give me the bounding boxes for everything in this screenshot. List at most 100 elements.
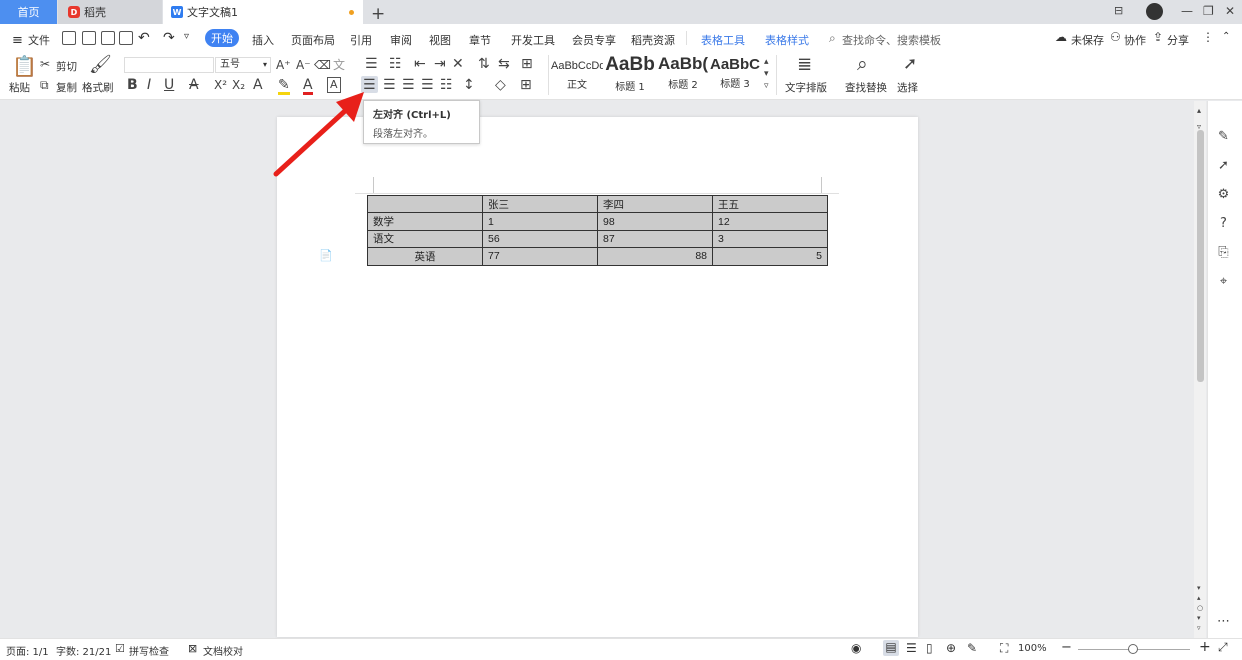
scrollbar-thumb[interactable]	[1197, 130, 1204, 382]
table-cell[interactable]: 王五	[712, 194, 828, 214]
table-cell[interactable]: 李四	[597, 194, 713, 214]
more-horizontal-icon[interactable]: ⋯	[1216, 614, 1231, 629]
help-icon[interactable]: ?	[1216, 216, 1231, 231]
table-cell[interactable]: 12	[712, 212, 828, 231]
spell-check-button[interactable]: 拼写检查	[129, 643, 169, 658]
format-painter-button[interactable]: 格式刷	[82, 80, 114, 95]
find-replace-button[interactable]: 查找替换	[845, 80, 887, 95]
style-normal[interactable]: AaBbCcDd 正文	[551, 54, 603, 94]
italic-icon[interactable]: I	[147, 78, 151, 92]
menu-developer[interactable]: 开发工具	[511, 32, 555, 48]
edit-pen-icon[interactable]: ✎	[1216, 129, 1231, 144]
copy-icon[interactable]: ⧉	[40, 78, 49, 92]
underline-icon[interactable]: U	[164, 78, 174, 92]
style-heading-3[interactable]: AaBbC 标题 3	[709, 54, 761, 94]
menu-references[interactable]: 引用	[350, 32, 372, 48]
avatar[interactable]	[1146, 3, 1163, 20]
justify-icon[interactable]: ☰	[421, 78, 434, 92]
increase-indent-icon[interactable]: ⇥	[434, 57, 446, 71]
menu-page-layout[interactable]: 页面布局	[291, 32, 335, 48]
more-vertical-icon[interactable]: ⋮	[1202, 30, 1214, 44]
page-nav-icon[interactable]: ▾ ▴ ○ ▾ ▿	[1197, 583, 1203, 633]
text-layout-button[interactable]: 文字排版	[785, 80, 827, 95]
redo-icon[interactable]: ↷	[163, 30, 175, 46]
close-icon[interactable]: ✕	[1225, 4, 1235, 18]
collab-button[interactable]: 协作	[1124, 32, 1146, 48]
write-mode-icon[interactable]: ✎	[967, 641, 977, 655]
tab-daoke[interactable]: D 稻壳	[58, 0, 162, 24]
cut-button[interactable]: 剪切	[56, 59, 77, 74]
menu-daoke-resources[interactable]: 稻壳资源	[631, 32, 675, 48]
settings-sliders-icon[interactable]: ⚙	[1216, 187, 1231, 202]
shading-icon[interactable]: ◇	[495, 78, 506, 92]
strikethrough-icon[interactable]: A	[189, 78, 199, 92]
bullet-list-icon[interactable]: ☰	[365, 57, 378, 71]
borders-icon[interactable]: ⊞	[520, 78, 532, 92]
print-icon[interactable]	[101, 31, 115, 45]
unsaved-status[interactable]: 未保存	[1071, 32, 1104, 48]
text-layout-icon[interactable]: ≣	[797, 56, 812, 74]
format-painter-icon[interactable]: 🖌	[89, 56, 112, 74]
hamburger-icon[interactable]: ≡	[12, 33, 23, 48]
align-right-icon[interactable]: ☰	[402, 78, 415, 92]
customize-icon[interactable]: ▿	[184, 31, 189, 42]
phonetic-icon[interactable]: 文	[333, 58, 345, 72]
reading-view-icon[interactable]: ▯	[926, 641, 933, 655]
menu-member[interactable]: 会员专享	[572, 32, 616, 48]
table-cell[interactable]: 英语	[367, 247, 483, 266]
table-cell[interactable]: 数学	[367, 212, 483, 231]
page-indicator[interactable]: 页面: 1/1	[6, 643, 49, 658]
select-cursor-icon[interactable]: ➚	[903, 56, 917, 73]
table-cell[interactable]: 98	[597, 212, 713, 231]
table-cell[interactable]: 88	[597, 247, 713, 266]
select-button[interactable]: 选择	[897, 80, 918, 95]
eye-protection-icon[interactable]: ◉	[851, 641, 861, 655]
table-cell[interactable]: 1	[482, 212, 598, 231]
subscript-icon[interactable]: X₂	[232, 78, 245, 92]
table-cell[interactable]: 语文	[367, 229, 483, 249]
table-cell[interactable]: 3	[712, 229, 828, 249]
scroll-top-icon[interactable]: ▿	[1197, 120, 1201, 134]
chinese-layout-icon[interactable]: ✕	[452, 57, 464, 71]
outline-view-icon[interactable]: ☰	[906, 641, 917, 655]
save-icon[interactable]	[62, 31, 76, 45]
table-cell[interactable]: 5	[712, 247, 828, 266]
table-cell[interactable]: 77	[482, 247, 598, 266]
backup-icon[interactable]: ⎘	[1216, 245, 1231, 260]
table-cell[interactable]: 张三	[482, 194, 598, 214]
zoom-slider-thumb[interactable]	[1128, 644, 1138, 654]
increase-font-icon[interactable]: A⁺	[276, 58, 291, 72]
tab-home[interactable]: 首页	[0, 0, 57, 24]
zoom-out-icon[interactable]: −	[1061, 640, 1072, 655]
copy-button[interactable]: 复制	[56, 80, 77, 95]
style-heading-2[interactable]: AaBb( 标题 2	[657, 54, 709, 94]
restore-icon[interactable]: ❐	[1203, 4, 1214, 18]
menu-file[interactable]: 文件	[28, 32, 50, 48]
paragraph-handle-icon[interactable]: 📄	[319, 249, 333, 263]
fit-page-icon[interactable]: ⛶	[1000, 641, 1008, 656]
fullscreen-icon[interactable]: ⤢	[1218, 640, 1228, 655]
menu-table-style[interactable]: 表格样式	[765, 32, 809, 48]
paste-button[interactable]: 粘贴	[9, 80, 30, 95]
tab-start[interactable]: 开始	[205, 29, 239, 47]
web-view-icon[interactable]: ⊕	[946, 641, 956, 655]
styles-scroll-icon[interactable]: ▴ ▾ ▿	[764, 56, 769, 92]
print-preview-icon[interactable]	[119, 31, 133, 45]
font-family-select[interactable]	[124, 57, 214, 73]
menu-chapter[interactable]: 章节	[469, 32, 491, 48]
text-effect-icon[interactable]: A	[253, 78, 263, 92]
zoom-level[interactable]: 100%	[1018, 643, 1047, 654]
menu-table-tools[interactable]: 表格工具	[701, 32, 745, 48]
style-heading-1[interactable]: AaBb 标题 1	[604, 54, 656, 94]
decrease-font-icon[interactable]: A⁻	[296, 58, 311, 72]
word-count[interactable]: 字数: 21/21	[56, 643, 111, 658]
share-button[interactable]: 分享	[1167, 32, 1189, 48]
table-cell[interactable]	[367, 194, 483, 214]
table-cell[interactable]: 56	[482, 229, 598, 249]
superscript-icon[interactable]: X²	[214, 78, 227, 92]
page-view-icon[interactable]: ▤	[883, 640, 899, 656]
zoom-in-icon[interactable]: +	[1199, 639, 1211, 655]
collapse-ribbon-icon[interactable]: ⌃	[1222, 31, 1230, 42]
show-marks-icon[interactable]: ⇆	[498, 57, 510, 71]
menu-review[interactable]: 审阅	[390, 32, 412, 48]
